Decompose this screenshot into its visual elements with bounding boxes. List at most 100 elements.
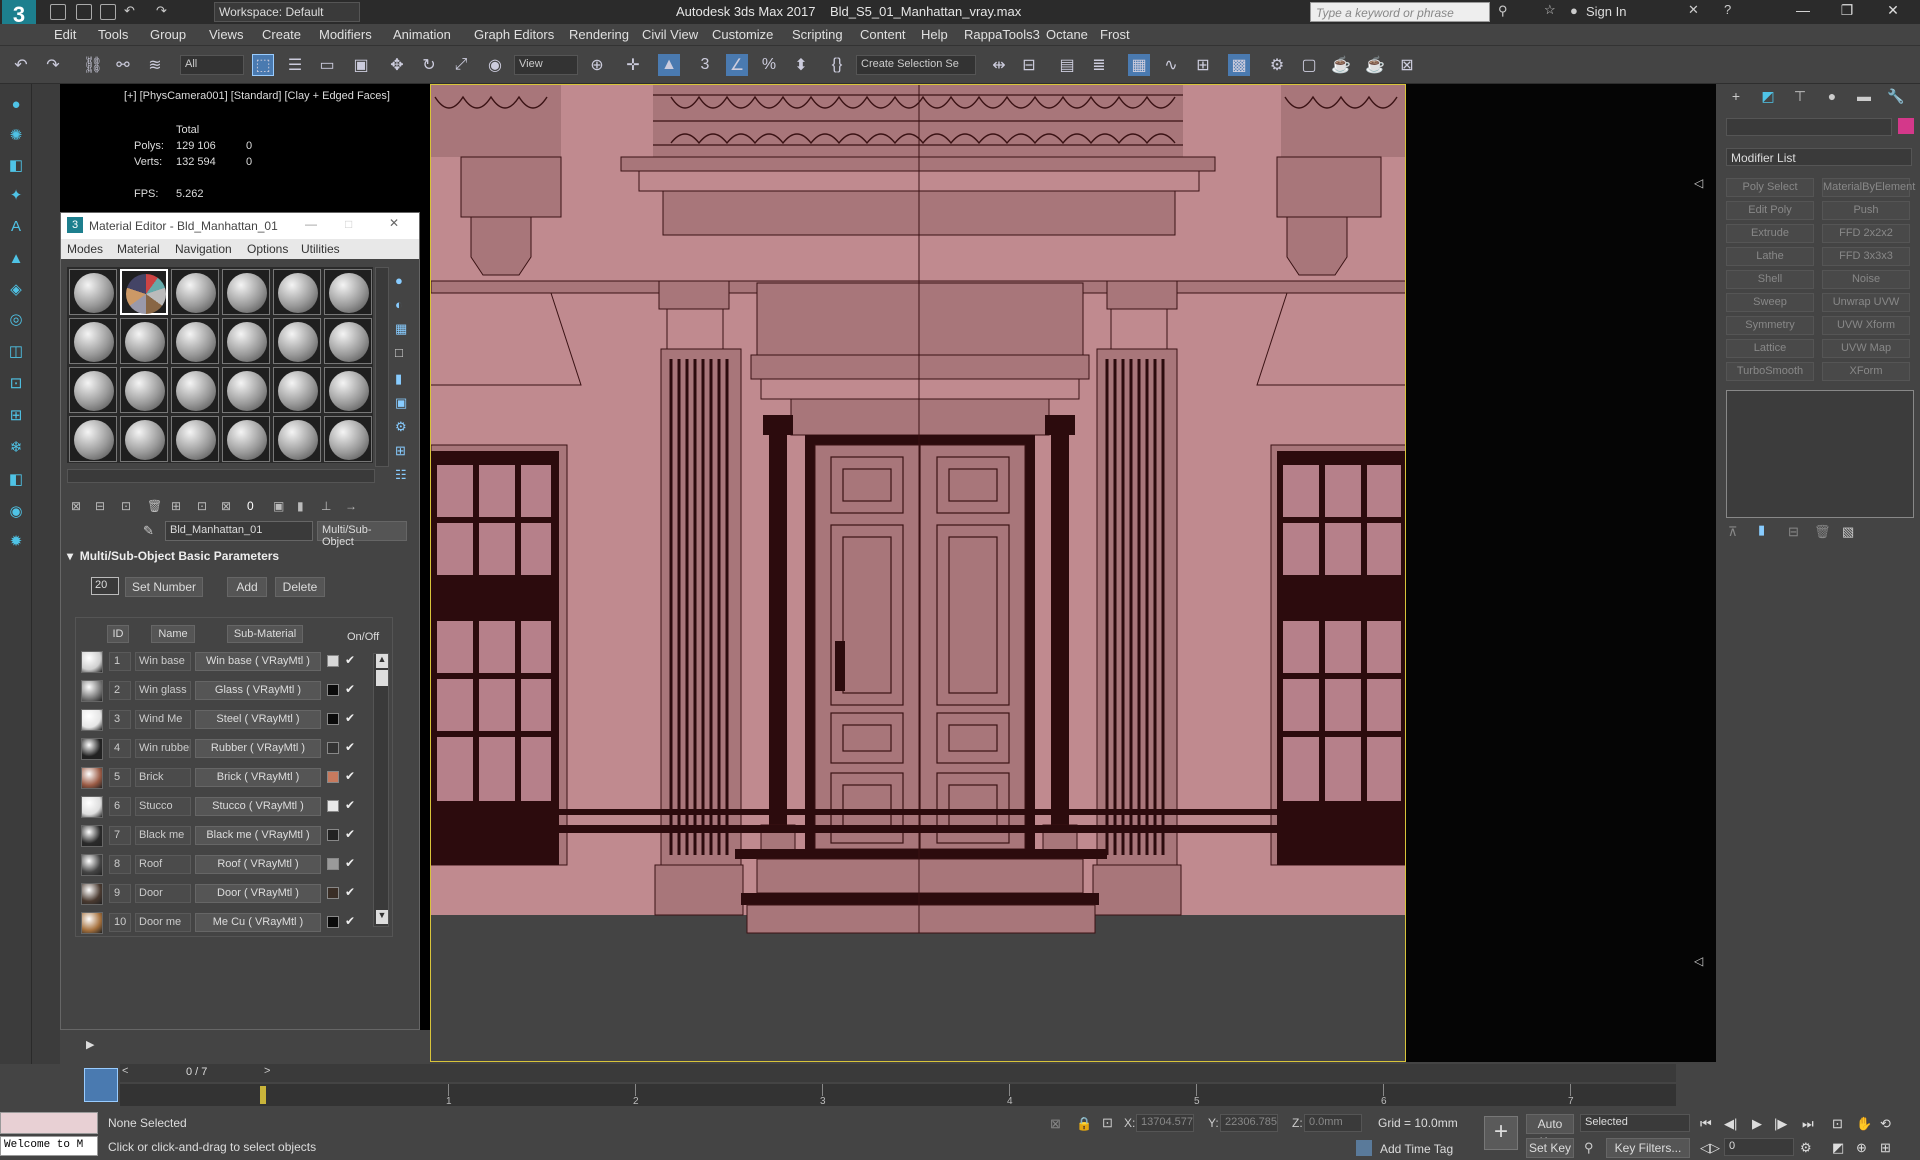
redo-icon[interactable]: ↷ bbox=[42, 54, 64, 76]
sub-material-row[interactable]: 7 Black me Black me ( VRayMtl ) ✔ bbox=[81, 823, 381, 847]
angle-snap-icon[interactable]: ∠ bbox=[726, 54, 748, 76]
edit-named-sets-icon[interactable]: {} bbox=[826, 54, 848, 76]
sub-material-name[interactable]: Win base bbox=[135, 652, 191, 671]
put-to-library-icon[interactable]: ⊠ bbox=[221, 499, 239, 517]
sub-material-preview[interactable] bbox=[81, 651, 103, 673]
xref-icon[interactable]: ⊞ bbox=[7, 406, 25, 424]
material-sample-slot[interactable] bbox=[324, 367, 372, 413]
sub-material-id[interactable]: 1 bbox=[109, 652, 131, 671]
create-tab-icon[interactable]: + bbox=[1726, 88, 1746, 106]
rect-selection-icon[interactable]: ▭ bbox=[316, 54, 338, 76]
go-to-start-icon[interactable]: ⏮ bbox=[1700, 1116, 1712, 1132]
column-header-sub-material[interactable]: Sub-Material bbox=[227, 625, 303, 643]
frozen-icon[interactable]: ❄ bbox=[7, 438, 25, 456]
go-to-parent-icon[interactable]: ⊥ bbox=[321, 499, 339, 517]
menu-rappatools[interactable]: RappaTools3 bbox=[964, 27, 1040, 42]
auto-key-button[interactable]: Auto Key bbox=[1526, 1114, 1574, 1149]
sub-material-row[interactable]: 6 Stucco Stucco ( VRayMtl ) ✔ bbox=[81, 794, 381, 818]
modifier-button[interactable]: Lattice bbox=[1726, 339, 1814, 358]
sub-material-row[interactable]: 10 Door me Me Cu ( VRayMtl ) ✔ bbox=[81, 910, 381, 934]
sub-material-color-swatch[interactable] bbox=[327, 916, 339, 928]
text-icon[interactable]: A bbox=[7, 218, 25, 236]
sub-material-preview[interactable] bbox=[81, 912, 103, 934]
menu-graph-editors[interactable]: Graph Editors bbox=[474, 27, 554, 42]
play-animation-icon[interactable]: ▶ bbox=[1752, 1116, 1762, 1132]
modifier-button[interactable]: TurboSmooth bbox=[1726, 362, 1814, 381]
sub-material-preview[interactable] bbox=[81, 680, 103, 702]
sub-material-row[interactable]: 1 Win base Win base ( VRayMtl ) ✔ bbox=[81, 649, 381, 673]
selection-lock-icon[interactable]: 🔒 bbox=[1076, 1116, 1092, 1132]
material-sample-slot[interactable] bbox=[222, 269, 270, 315]
menu-octane[interactable]: Octane bbox=[1046, 27, 1088, 42]
sub-material-on-checkbox[interactable]: ✔ bbox=[345, 914, 355, 928]
material-sample-slot[interactable] bbox=[222, 367, 270, 413]
modifier-button[interactable]: UVW Xform bbox=[1822, 316, 1910, 335]
sample-slots-hscrollbar[interactable] bbox=[67, 469, 375, 483]
sub-material-color-swatch[interactable] bbox=[327, 858, 339, 870]
background-icon[interactable]: ▦ bbox=[395, 321, 413, 339]
material-sample-slot[interactable] bbox=[273, 416, 321, 462]
sub-material-color-swatch[interactable] bbox=[327, 829, 339, 841]
sub-material-on-checkbox[interactable]: ✔ bbox=[345, 885, 355, 899]
menu-options[interactable]: Options bbox=[247, 242, 288, 256]
named-selection-dropdown[interactable]: Create Selection Se bbox=[856, 55, 976, 75]
help-icon[interactable]: ? bbox=[1724, 2, 1731, 17]
menu-material[interactable]: Material bbox=[117, 242, 160, 256]
maxscript-listener-output[interactable]: Welcome to M bbox=[0, 1136, 98, 1156]
menu-rendering[interactable]: Rendering bbox=[569, 27, 629, 42]
light-icon[interactable]: ✹ bbox=[7, 532, 25, 550]
key-mode-dropdown[interactable]: Selected bbox=[1580, 1114, 1690, 1132]
sub-material-color-swatch[interactable] bbox=[327, 887, 339, 899]
show-end-result-icon[interactable]: ▮ bbox=[297, 499, 315, 517]
remove-modifier-icon[interactable]: 🗑 bbox=[1814, 524, 1831, 540]
material-sample-slot[interactable] bbox=[324, 318, 372, 364]
sub-material-color-swatch[interactable] bbox=[327, 684, 339, 696]
absolute-mode-icon[interactable]: ⊡ bbox=[1102, 1115, 1113, 1131]
material-sample-slot[interactable] bbox=[222, 318, 270, 364]
sub-material-button[interactable]: Me Cu ( VRayMtl ) bbox=[195, 913, 321, 932]
sub-material-scrollbar[interactable]: ▲ ▼ bbox=[373, 653, 389, 927]
shape-icon[interactable]: ◈ bbox=[7, 280, 25, 298]
display-icon[interactable]: ◫ bbox=[7, 342, 25, 360]
uv-tiling-icon[interactable]: □ bbox=[395, 345, 413, 363]
menu-navigation[interactable]: Navigation bbox=[175, 242, 232, 256]
undo-icon[interactable]: ↶ bbox=[124, 3, 135, 19]
get-material-icon[interactable]: ⊠ bbox=[71, 499, 89, 517]
sub-material-name[interactable]: Win rubber bbox=[135, 739, 191, 758]
modifier-button[interactable]: Symmetry bbox=[1726, 316, 1814, 335]
add-button[interactable]: Add bbox=[227, 577, 267, 597]
sub-material-color-swatch[interactable] bbox=[327, 713, 339, 725]
minimize-button[interactable]: — bbox=[1788, 2, 1818, 22]
sub-material-row[interactable]: 2 Win glass Glass ( VRayMtl ) ✔ bbox=[81, 678, 381, 702]
close-button[interactable]: ✕ bbox=[389, 216, 399, 230]
sub-material-on-checkbox[interactable]: ✔ bbox=[345, 827, 355, 841]
key-mode-icon[interactable]: ◁▷ bbox=[1700, 1140, 1720, 1156]
material-type-button[interactable]: Multi/Sub-Object bbox=[317, 521, 407, 548]
sub-material-id[interactable]: 4 bbox=[109, 739, 131, 758]
pivot-center-icon[interactable]: ⊕ bbox=[586, 54, 608, 76]
next-frame-icon[interactable]: |▶ bbox=[1774, 1116, 1787, 1132]
modifier-stack[interactable] bbox=[1726, 390, 1914, 518]
redo-icon[interactable]: ↷ bbox=[156, 3, 167, 19]
sub-material-preview[interactable] bbox=[81, 825, 103, 847]
material-sample-slot[interactable] bbox=[69, 318, 117, 364]
column-header-id[interactable]: ID bbox=[107, 625, 129, 643]
assign-to-selection-icon[interactable]: ⊡ bbox=[121, 499, 139, 517]
show-end-result-icon[interactable]: ▮ bbox=[1758, 522, 1765, 538]
menu-scripting[interactable]: Scripting bbox=[792, 27, 843, 42]
material-sample-slot[interactable] bbox=[69, 269, 117, 315]
open-file-icon[interactable] bbox=[76, 4, 92, 20]
maximize-button[interactable]: □ bbox=[345, 217, 352, 231]
z-coordinate-field[interactable]: 0.0mm bbox=[1304, 1114, 1362, 1132]
sub-material-button[interactable]: Black me ( VRayMtl ) bbox=[195, 826, 321, 845]
material-navigator-icon[interactable]: ☷ bbox=[395, 467, 413, 485]
modifier-list-dropdown[interactable]: Modifier List bbox=[1726, 148, 1912, 166]
select-object-icon[interactable]: ⬚ bbox=[252, 54, 274, 76]
maximize-viewport-icon[interactable]: ⊞ bbox=[1880, 1140, 1891, 1156]
add-key-icon[interactable]: + bbox=[1484, 1116, 1518, 1150]
sub-material-button[interactable]: Steel ( VRayMtl ) bbox=[195, 710, 321, 729]
sub-material-row[interactable]: 4 Win rubber Rubber ( VRayMtl ) ✔ bbox=[81, 736, 381, 760]
sub-material-row[interactable]: 3 Wind Me Steel ( VRayMtl ) ✔ bbox=[81, 707, 381, 731]
sub-material-button[interactable]: Door ( VRayMtl ) bbox=[195, 884, 321, 903]
link-icon[interactable]: ⛓ bbox=[82, 54, 104, 76]
